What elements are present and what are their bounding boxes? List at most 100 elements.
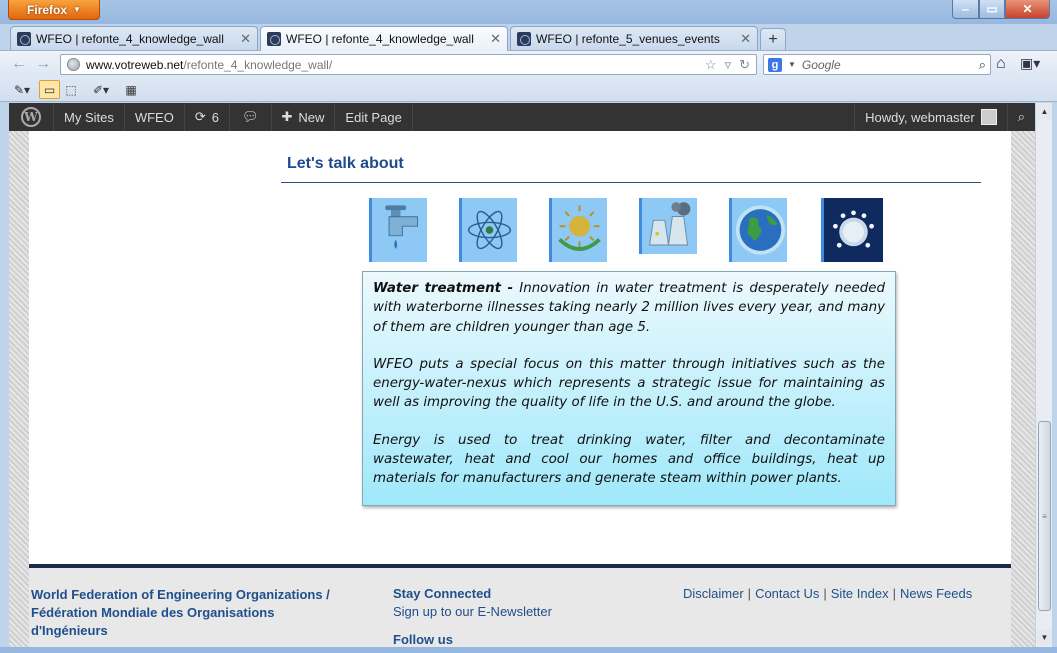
firefox-menu-label: Firefox xyxy=(27,2,68,17)
browser-tab-2-active[interactable]: WFEO | refonte_4_knowledge_wall ✕ xyxy=(260,26,508,51)
footer: World Federation of Engineering Organiza… xyxy=(29,568,1011,647)
engine-dropdown-icon[interactable]: ▼ xyxy=(788,60,796,69)
tab-title: WFEO | refonte_5_venues_events xyxy=(536,31,720,46)
firefox-menu-button[interactable]: Firefox ▼ xyxy=(8,0,100,20)
updates-count: 6 xyxy=(211,109,219,125)
info-paragraph-3: Energy is used to treat drinking water, … xyxy=(373,432,885,487)
scroll-down-arrow-icon[interactable]: ▼ xyxy=(1037,630,1052,645)
maximize-button[interactable]: ▭ xyxy=(979,0,1005,19)
disclaimer-link[interactable]: Disclaimer xyxy=(683,586,744,601)
link-separator: | xyxy=(892,586,896,601)
url-path: /refonte_4_knowledge_wall/ xyxy=(183,57,333,72)
close-tab-icon[interactable]: ✕ xyxy=(240,31,251,47)
close-tab-icon[interactable]: ✕ xyxy=(490,31,501,47)
contact-us-link[interactable]: Contact Us xyxy=(755,586,819,601)
wfeo-favicon-icon xyxy=(17,31,31,46)
edit-page-label: Edit Page xyxy=(345,109,402,125)
url-bar[interactable]: www.votreweb.net/refonte_4_knowledge_wal… xyxy=(60,54,757,75)
new-tab-button[interactable]: + xyxy=(760,28,786,50)
close-tab-icon[interactable]: ✕ xyxy=(740,31,751,47)
updates-icon: ⟳ xyxy=(194,109,206,124)
my-sites-menu[interactable]: My Sites xyxy=(54,103,125,131)
reload-icon[interactable]: ↻ xyxy=(739,57,750,73)
wp-logo-button[interactable]: W xyxy=(9,103,54,131)
window-bottom-border xyxy=(0,647,1057,653)
ruler-tool-icon[interactable]: ▭ xyxy=(39,80,60,99)
chevron-down-icon: ▼ xyxy=(73,5,81,14)
account-menu[interactable]: Howdy, webmaster xyxy=(854,103,1007,131)
layout-grid-icon[interactable]: ▦ xyxy=(122,80,140,99)
footer-stay-connected: Stay Connected xyxy=(393,586,492,601)
my-sites-label: My Sites xyxy=(64,109,114,125)
section-title: Let's talk about xyxy=(287,155,404,172)
footer-follow-us: Follow us xyxy=(393,632,453,647)
vertical-scrollbar[interactable]: ▲ ≡ ▼ xyxy=(1035,103,1052,647)
link-separator: | xyxy=(823,586,827,601)
browser-tab-1[interactable]: WFEO | refonte_4_knowledge_wall ✕ xyxy=(10,26,258,50)
new-content-menu[interactable]: ✚ New xyxy=(272,103,336,131)
topic-energy[interactable] xyxy=(639,198,697,254)
news-feeds-link[interactable]: News Feeds xyxy=(900,586,972,601)
url-text: www.votreweb.net/refonte_4_knowledge_wal… xyxy=(86,58,332,72)
tab-title: WFEO | refonte_4_knowledge_wall xyxy=(36,31,224,46)
eyedropper-icon[interactable]: ✐▾ xyxy=(84,80,118,99)
google-engine-icon[interactable]: g xyxy=(768,57,782,72)
site-identity-icon[interactable] xyxy=(67,58,80,71)
search-icon[interactable]: ⌕ xyxy=(979,57,986,73)
footer-links: Disclaimer | Contact Us | Site Index | N… xyxy=(683,586,972,601)
page-viewport: Let's talk about Water treatment - Innov… xyxy=(9,131,1035,647)
avatar xyxy=(980,109,997,125)
topic-water-treatment[interactable] xyxy=(369,198,427,262)
wordpress-logo-icon: W xyxy=(21,107,41,127)
edit-page-link[interactable]: Edit Page xyxy=(335,103,413,131)
bookmark-star-icon[interactable]: ☆ xyxy=(705,57,717,73)
pick-tool-icon[interactable]: ✎▾ xyxy=(8,80,36,99)
page-body: Let's talk about Water treatment - Innov… xyxy=(29,131,1011,647)
people-globe-icon xyxy=(824,199,883,261)
window-titlebar: Firefox ▼ ‒ ▭ ✕ xyxy=(0,0,1057,24)
topic-description-box: Water treatment - Innovation in water tr… xyxy=(362,271,896,506)
minimize-button[interactable]: ‒ xyxy=(952,0,979,19)
newsletter-signup-link[interactable]: Sign up to our E-Newsletter xyxy=(393,604,552,619)
plus-icon: ✚ xyxy=(281,109,293,124)
scroll-up-arrow-icon[interactable]: ▲ xyxy=(1037,104,1052,119)
select-element-icon[interactable]: ⬚ xyxy=(62,80,80,99)
site-index-link[interactable]: Site Index xyxy=(831,586,889,601)
recycle-sun-icon xyxy=(558,205,601,251)
forward-arrow-icon[interactable]: → xyxy=(34,55,52,73)
info-heading: Water treatment - xyxy=(373,281,514,296)
addon-toolbar: ✎▾ ▭ ⬚ ✐▾ ▦ xyxy=(0,77,1057,102)
history-dropdown-icon[interactable]: ▿ xyxy=(725,57,732,73)
search-bar[interactable]: g ▼ Google ⌕ xyxy=(763,54,991,75)
url-domain: www.votreweb.net xyxy=(86,57,184,72)
site-menu[interactable]: WFEO xyxy=(125,103,185,131)
earth-globe-icon xyxy=(735,205,786,255)
tab-strip: WFEO | refonte_4_knowledge_wall ✕ WFEO |… xyxy=(0,24,1057,51)
search-placeholder: Google xyxy=(801,57,841,72)
admin-bar-right: Howdy, webmaster ⌕ xyxy=(854,103,1035,131)
browser-tab-3[interactable]: WFEO | refonte_5_venues_events ✕ xyxy=(510,26,758,50)
water-tap-icon xyxy=(385,205,418,249)
comment-bubble-icon: 💬︎ xyxy=(241,109,259,124)
howdy-label: Howdy, webmaster xyxy=(865,109,975,125)
updates-menu[interactable]: ⟳ 6 xyxy=(185,103,230,131)
scrollbar-thumb[interactable]: ≡ xyxy=(1038,421,1051,611)
power-plant-icon xyxy=(649,202,691,246)
tab-title: WFEO | refonte_4_knowledge_wall xyxy=(286,32,474,46)
wfeo-favicon-icon xyxy=(517,31,531,46)
close-window-button[interactable]: ✕ xyxy=(1005,0,1050,19)
info-paragraph-1: Water treatment - Innovation in water tr… xyxy=(373,279,885,337)
home-icon[interactable]: ⌂ xyxy=(996,55,1006,73)
topic-environment[interactable] xyxy=(549,198,607,262)
topic-people[interactable] xyxy=(821,198,883,262)
bookmarks-menu-icon[interactable]: ▣▾ xyxy=(1020,55,1048,73)
comments-menu[interactable]: 💬︎ xyxy=(230,103,272,131)
link-separator: | xyxy=(747,586,752,601)
back-arrow-icon[interactable]: ← xyxy=(10,55,28,73)
info-paragraph-2: WFEO puts a special focus on this matter… xyxy=(373,356,885,411)
topic-science[interactable] xyxy=(459,198,517,262)
topic-earth[interactable] xyxy=(729,198,787,262)
window-controls: ‒ ▭ ✕ xyxy=(952,0,1050,19)
wp-admin-bar: W My Sites WFEO ⟳ 6 💬︎ ✚ New Edit Page H… xyxy=(9,103,1035,131)
admin-search-button[interactable]: ⌕ xyxy=(1006,103,1035,131)
